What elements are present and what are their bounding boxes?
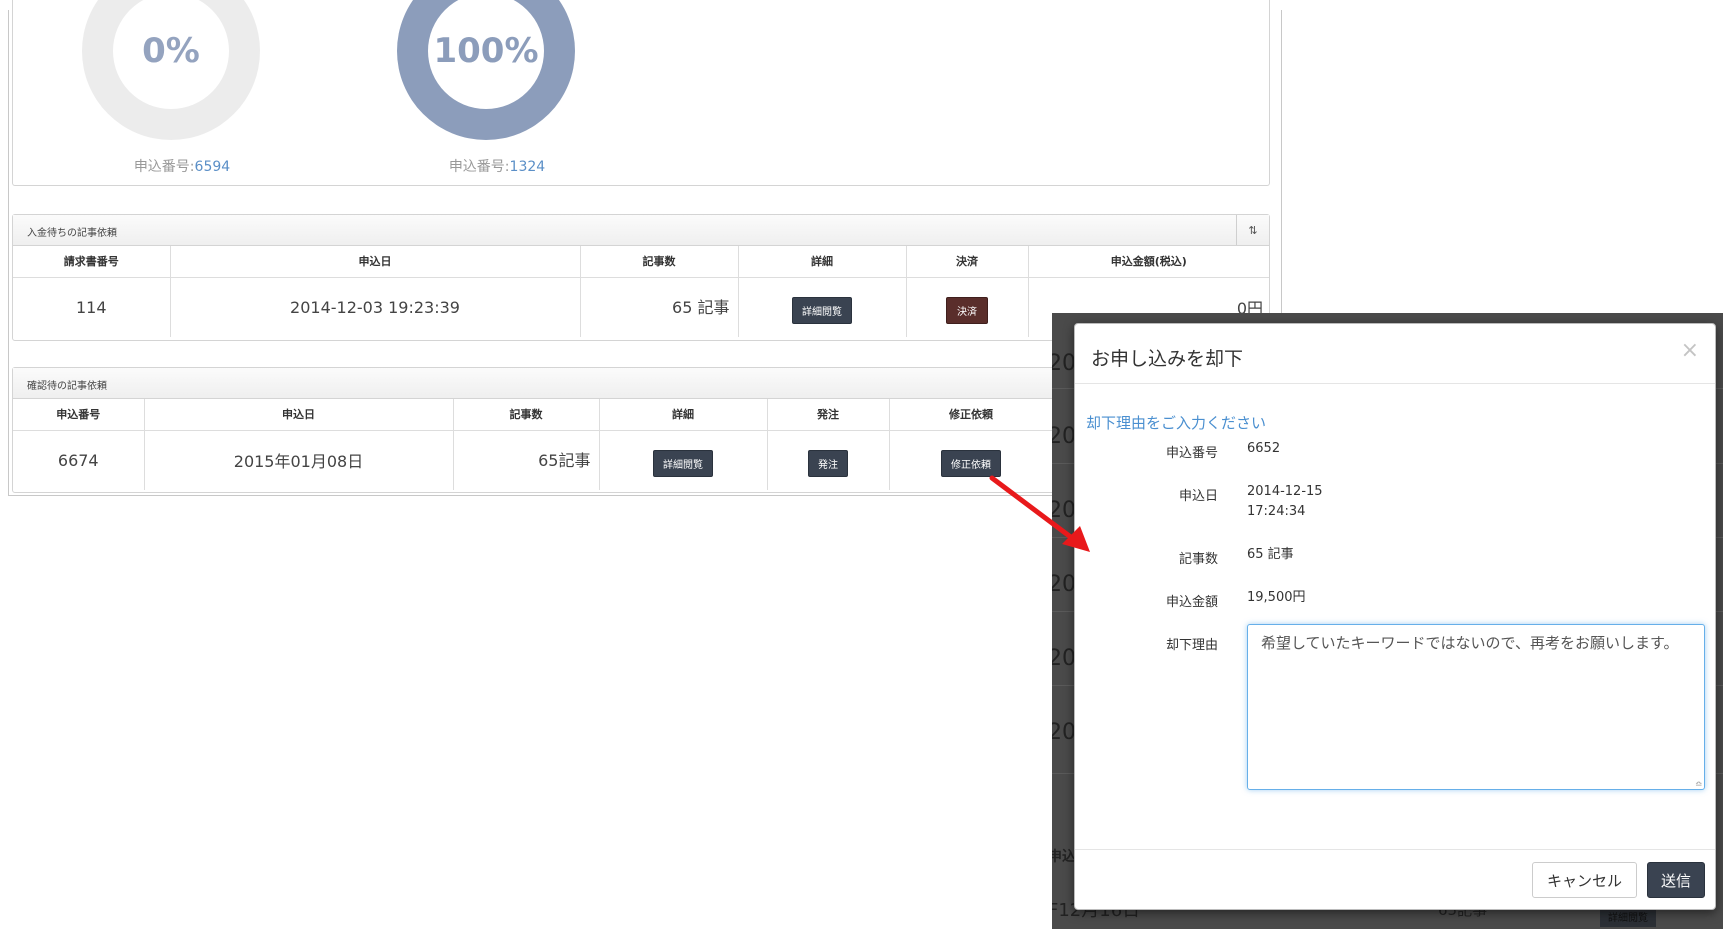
ghost-text: 20 [1052, 720, 1076, 745]
donut-caption-1[interactable]: 申込番号:1324 [397, 156, 597, 176]
field-label: 申込番号 [1165, 446, 1218, 461]
column-header: 詳細 [738, 246, 907, 278]
panel-title: 入金待ちの記事依頼 [27, 228, 117, 239]
caption-prefix: 申込番号: [448, 159, 510, 175]
donut-percent-label: 100% [428, 0, 544, 109]
column-header: 申込番号 [13, 399, 145, 431]
field-value: 6652 [1247, 441, 1281, 456]
caption-prefix: 申込番号: [133, 159, 195, 175]
column-header: 申込日 [170, 246, 581, 278]
column-header: 修正依頼 [889, 399, 1054, 431]
column-header: 請求書番号 [13, 246, 171, 278]
progress-donut-0: 0% [82, 0, 260, 140]
modal-title: お申し込みを却下 [1091, 348, 1244, 370]
column-header: 詳細 [599, 399, 768, 431]
payment-cell: 決済 [906, 277, 1029, 337]
order-cell: 発注 [767, 430, 890, 490]
article-count: 65記事 [453, 430, 600, 490]
caption-number[interactable]: 1324 [510, 159, 546, 175]
red-arrow-annotation [989, 475, 1090, 552]
column-header: 申込日 [144, 399, 454, 431]
modal-header: お申し込みを却下 × [1075, 324, 1715, 384]
application-number: 6674 [13, 430, 145, 490]
reject-hint: 却下理由をご入力ください [1086, 414, 1267, 432]
panel-header: 入金待ちの記事依頼 ⇅ [13, 215, 1269, 246]
time-line: 17:24:34 [1247, 504, 1306, 519]
reject-reason-textarea[interactable]: 希望していたキーワードではないので、再考をお願いします。 [1247, 624, 1705, 790]
column-header: 発注 [767, 399, 890, 431]
field-label: 申込金額 [1165, 595, 1218, 610]
field-label: 却下理由 [1165, 638, 1218, 653]
ghost-text: 申込 [1052, 849, 1076, 865]
column-header: 記事数 [580, 246, 739, 278]
field-value: 65 記事 [1247, 547, 1294, 562]
column-header: 決済 [906, 246, 1029, 278]
close-icon[interactable]: × [1681, 338, 1699, 363]
column-header: 申込金額(税込) [1028, 246, 1269, 278]
application-date: 2015年01月08日 [144, 430, 454, 490]
view-detail-button[interactable]: 詳細閲覧 [792, 296, 852, 324]
arrow-head [1062, 526, 1090, 552]
donut-percent-label: 0% [113, 0, 229, 109]
order-button[interactable]: 発注 [808, 449, 848, 477]
panel-title: 確認待の記事依頼 [27, 381, 107, 392]
cancel-button[interactable]: キャンセル [1531, 862, 1637, 898]
progress-panel: 0% 申込番号:6594 100% 申込番号:1324 [12, 0, 1270, 186]
resize-grip-icon[interactable]: ≏ [1695, 780, 1703, 790]
detail-cell: 詳細閲覧 [738, 277, 907, 337]
field-value: 19,500円 [1247, 590, 1306, 605]
donut-caption-0[interactable]: 申込番号:6594 [82, 156, 282, 176]
view-detail-button[interactable]: 詳細閲覧 [653, 449, 713, 477]
date-line: 2014-12-15 [1247, 484, 1323, 499]
send-button[interactable]: 送信 [1646, 862, 1705, 898]
article-count: 65 記事 [580, 277, 739, 337]
ghost-text: 20 [1052, 351, 1076, 376]
field-value: 2014-12-15 17:24:34 [1247, 482, 1323, 522]
modal-footer: キャンセル 送信 [1075, 849, 1715, 909]
arrow-shaft [989, 475, 1083, 547]
table-header-row: 請求書番号 申込日 記事数 詳細 決済 申込金額(税込) [13, 246, 1269, 278]
application-date: 2014-12-03 19:23:39 [170, 277, 581, 337]
detail-cell: 詳細閲覧 [599, 430, 768, 490]
pay-button[interactable]: 決済 [946, 296, 988, 324]
column-header: 記事数 [453, 399, 600, 431]
caption-number[interactable]: 6594 [195, 159, 231, 175]
reject-application-modal: お申し込みを却下 × 却下理由をご入力ください 申込番号 6652 申込日 20… [1074, 323, 1716, 910]
invoice-number: 114 [13, 277, 171, 337]
progress-donut-1: 100% [397, 0, 575, 140]
refresh-icon[interactable]: ⇅ [1236, 215, 1269, 245]
